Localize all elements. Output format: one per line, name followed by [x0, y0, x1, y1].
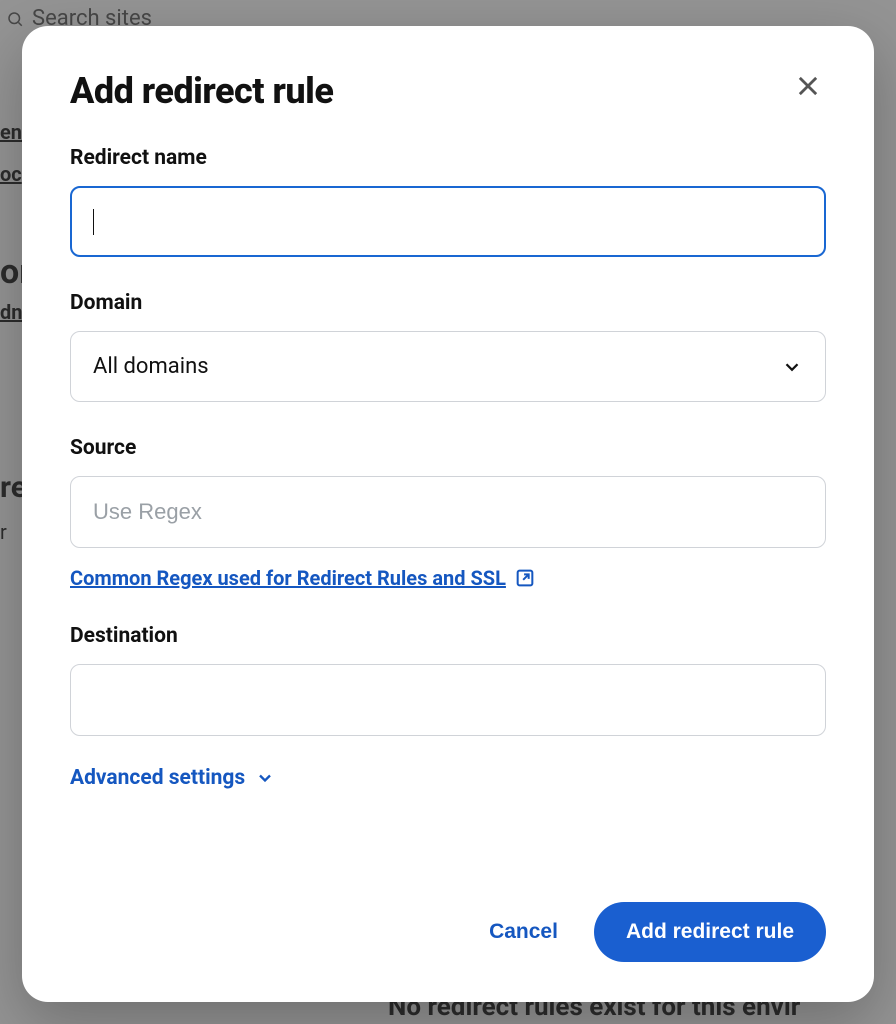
domain-select[interactable]: All domains — [70, 331, 826, 402]
regex-help-link[interactable]: Common Regex used for Redirect Rules and… — [70, 566, 536, 590]
chevron-down-icon — [781, 356, 803, 378]
modal-footer: Cancel Add redirect rule — [70, 874, 826, 962]
destination-label: Destination — [70, 624, 826, 648]
redirect-name-input[interactable] — [70, 186, 826, 257]
modal-title: Add redirect rule — [70, 70, 333, 112]
redirect-name-label: Redirect name — [70, 146, 826, 170]
source-label: Source — [70, 436, 826, 460]
domain-selected-value: All domains — [93, 354, 209, 379]
regex-help-link-text: Common Regex used for Redirect Rules and… — [70, 566, 506, 590]
close-icon — [794, 72, 822, 100]
cancel-button[interactable]: Cancel — [483, 910, 564, 954]
redirect-name-group: Redirect name — [70, 146, 826, 257]
domain-label: Domain — [70, 291, 826, 315]
destination-input[interactable] — [70, 664, 826, 736]
submit-button[interactable]: Add redirect rule — [594, 902, 826, 962]
text-caret — [93, 209, 95, 235]
modal-header: Add redirect rule — [70, 70, 826, 112]
close-button[interactable] — [790, 68, 826, 107]
advanced-settings-toggle[interactable]: Advanced settings — [70, 766, 826, 790]
destination-group: Destination — [70, 624, 826, 736]
external-link-icon — [514, 567, 536, 589]
add-redirect-rule-modal: Add redirect rule Redirect name Domain A… — [22, 26, 874, 1002]
source-input[interactable] — [70, 476, 826, 548]
advanced-settings-label: Advanced settings — [70, 766, 245, 790]
chevron-down-icon — [255, 768, 275, 788]
source-group: Source Common Regex used for Redirect Ru… — [70, 436, 826, 590]
domain-group: Domain All domains — [70, 291, 826, 402]
